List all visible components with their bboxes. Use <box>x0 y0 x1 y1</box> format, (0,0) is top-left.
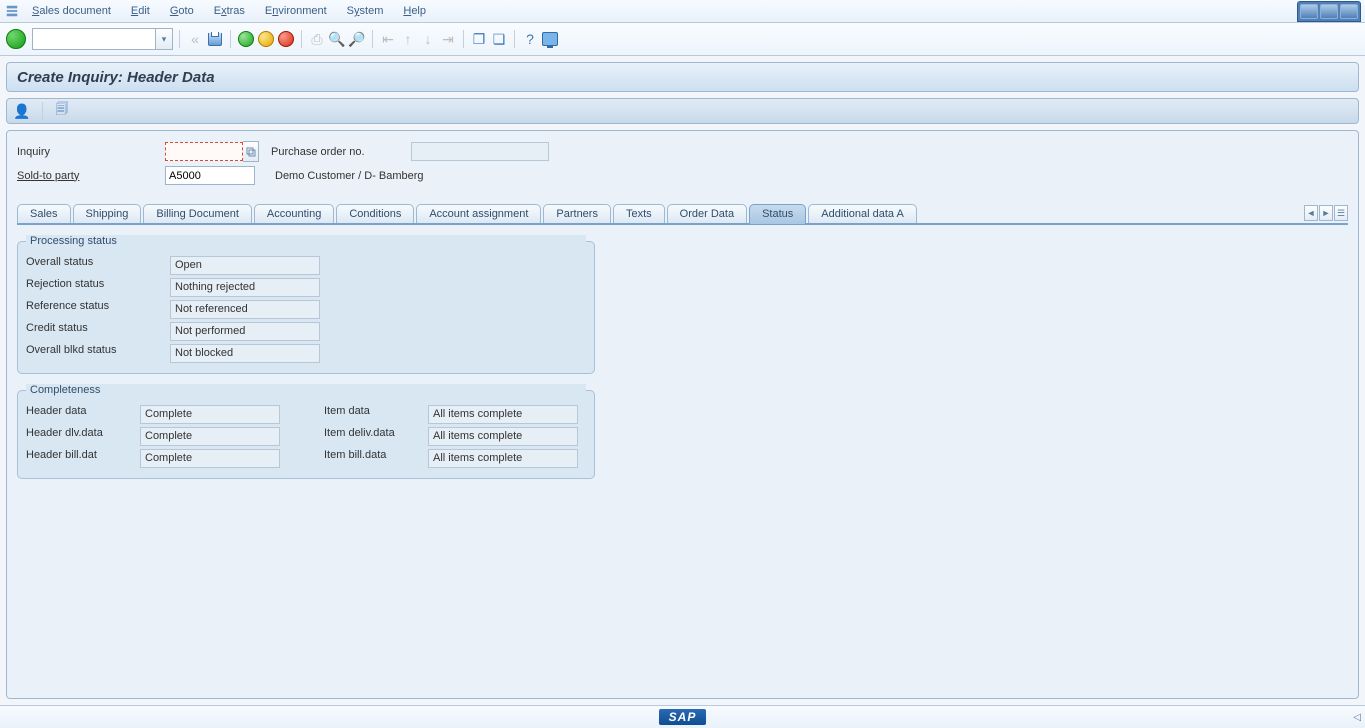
rejection-status-label: Rejection status <box>26 278 166 297</box>
inquiry-input[interactable] <box>165 142 243 161</box>
menu-bar: Sales document Edit Goto Extras Environm… <box>0 0 1365 23</box>
system-menu-icon[interactable] <box>4 3 20 19</box>
header-dlv-label: Header dlv.data <box>26 427 136 446</box>
maximize-icon[interactable] <box>1320 4 1338 19</box>
menu-system[interactable]: System <box>339 3 392 19</box>
tab-texts[interactable]: Texts <box>613 204 665 223</box>
header-form: Inquiry Purchase order no. Sold-to party… <box>17 141 1348 185</box>
save-icon[interactable] <box>206 30 224 48</box>
overall-blkd-status-value: Not blocked <box>170 344 320 363</box>
credit-status-value: Not performed <box>170 322 320 341</box>
minimize-icon[interactable] <box>1300 4 1318 19</box>
menu-sales-document[interactable]: Sales document <box>24 3 119 19</box>
menu-extras[interactable]: Extras <box>206 3 253 19</box>
first-page-icon: ⇤ <box>379 30 397 48</box>
new-session-icon[interactable]: ❐ <box>470 30 488 48</box>
reference-status-value: Not referenced <box>170 300 320 319</box>
header-data-label: Header data <box>26 405 136 424</box>
tab-sales[interactable]: Sales <box>17 204 71 223</box>
item-data-value: All items complete <box>428 405 578 424</box>
overall-blkd-status-label: Overall blkd status <box>26 344 166 363</box>
back-icon[interactable]: « <box>186 30 204 48</box>
content-area: Inquiry Purchase order no. Sold-to party… <box>6 130 1359 699</box>
back-green-icon[interactable] <box>237 30 255 48</box>
page-title: Create Inquiry: Header Data <box>17 69 215 86</box>
next-page-icon: ↓ <box>419 30 437 48</box>
app-toolbar: 👤 🗐 <box>6 98 1359 124</box>
completeness-legend: Completeness <box>26 384 586 396</box>
tab-additional-data-a[interactable]: Additional data A <box>808 204 917 223</box>
title-bar: Create Inquiry: Header Data <box>6 62 1359 92</box>
close-icon[interactable] <box>1340 4 1358 19</box>
processing-status-group: Processing status Overall status Open Re… <box>17 241 595 374</box>
menu-environment[interactable]: Environment <box>257 3 335 19</box>
item-deliv-label: Item deliv.data <box>324 427 424 446</box>
tab-list-icon[interactable]: ☰ <box>1334 205 1348 221</box>
header-dlv-value: Complete <box>140 427 280 446</box>
rejection-status-value: Nothing rejected <box>170 278 320 297</box>
layout-icon[interactable] <box>541 30 559 48</box>
soldto-description: Demo Customer / D- Bamberg <box>275 170 424 182</box>
app-container: Create Inquiry: Header Data 👤 🗐 Inquiry … <box>0 56 1365 705</box>
tab-account-assignment[interactable]: Account assignment <box>416 204 541 223</box>
prev-page-icon: ↑ <box>399 30 417 48</box>
credit-status-label: Credit status <box>26 322 166 341</box>
menu-edit[interactable]: Edit <box>123 3 158 19</box>
print-icon: ⎙ <box>308 30 326 48</box>
window-controls <box>1297 1 1361 22</box>
tab-shipping[interactable]: Shipping <box>73 204 142 223</box>
last-page-icon: ⇥ <box>439 30 457 48</box>
po-field[interactable] <box>411 142 549 161</box>
tab-scroll: ◄ ► ☰ <box>1304 205 1348 221</box>
reference-status-label: Reference status <box>26 300 166 319</box>
shortcut-icon[interactable]: ❏ <box>490 30 508 48</box>
soldto-input[interactable] <box>165 166 255 185</box>
user-icon[interactable]: 👤 <box>13 103 30 120</box>
header-bill-value: Complete <box>140 449 280 468</box>
command-dropdown-icon[interactable]: ▾ <box>156 28 173 50</box>
overall-status-value: Open <box>170 256 320 275</box>
header-data-value: Complete <box>140 405 280 424</box>
tab-scroll-right-icon[interactable]: ► <box>1319 205 1333 221</box>
inquiry-f4-icon[interactable] <box>243 141 259 162</box>
header-bill-label: Header bill.dat <box>26 449 136 468</box>
statusbar-handle-icon[interactable]: ◁ <box>1353 712 1361 723</box>
po-label: Purchase order no. <box>271 146 365 158</box>
soldto-label[interactable]: Sold-to party <box>17 170 157 182</box>
ok-button[interactable] <box>6 29 26 49</box>
tab-status[interactable]: Status <box>749 204 806 224</box>
tab-scroll-left-icon[interactable]: ◄ <box>1304 205 1318 221</box>
find-next-icon: 🔎 <box>348 30 366 48</box>
standard-toolbar: ▾ « ⎙ 🔍 🔎 ⇤ ↑ ↓ ⇥ ❐ ❏ ? <box>0 23 1365 56</box>
inquiry-label: Inquiry <box>17 146 157 158</box>
tab-accounting[interactable]: Accounting <box>254 204 334 223</box>
completeness-group: Completeness Header data Complete Item d… <box>17 390 595 479</box>
item-bill-value: All items complete <box>428 449 578 468</box>
command-input[interactable] <box>32 28 156 50</box>
tab-partners[interactable]: Partners <box>543 204 611 223</box>
tab-order-data[interactable]: Order Data <box>667 204 747 223</box>
menu-help[interactable]: Help <box>395 3 434 19</box>
tab-billing-document[interactable]: Billing Document <box>143 204 252 223</box>
display-doc-icon[interactable]: 🗐 <box>55 100 68 122</box>
menu-goto[interactable]: Goto <box>162 3 202 19</box>
processing-status-legend: Processing status <box>26 235 586 247</box>
sap-logo: SAP <box>659 709 707 725</box>
exit-yellow-icon[interactable] <box>257 30 275 48</box>
item-data-label: Item data <box>324 405 424 424</box>
find-icon: 🔍 <box>328 30 346 48</box>
tabstrip: Sales Shipping Billing Document Accounti… <box>17 203 1348 225</box>
item-bill-label: Item bill.data <box>324 449 424 468</box>
command-field[interactable]: ▾ <box>32 28 173 50</box>
item-deliv-value: All items complete <box>428 427 578 446</box>
help-icon[interactable]: ? <box>521 30 539 48</box>
status-bar: SAP ◁ <box>0 705 1365 728</box>
tab-conditions[interactable]: Conditions <box>336 204 414 223</box>
cancel-red-icon[interactable] <box>277 30 295 48</box>
overall-status-label: Overall status <box>26 256 166 275</box>
